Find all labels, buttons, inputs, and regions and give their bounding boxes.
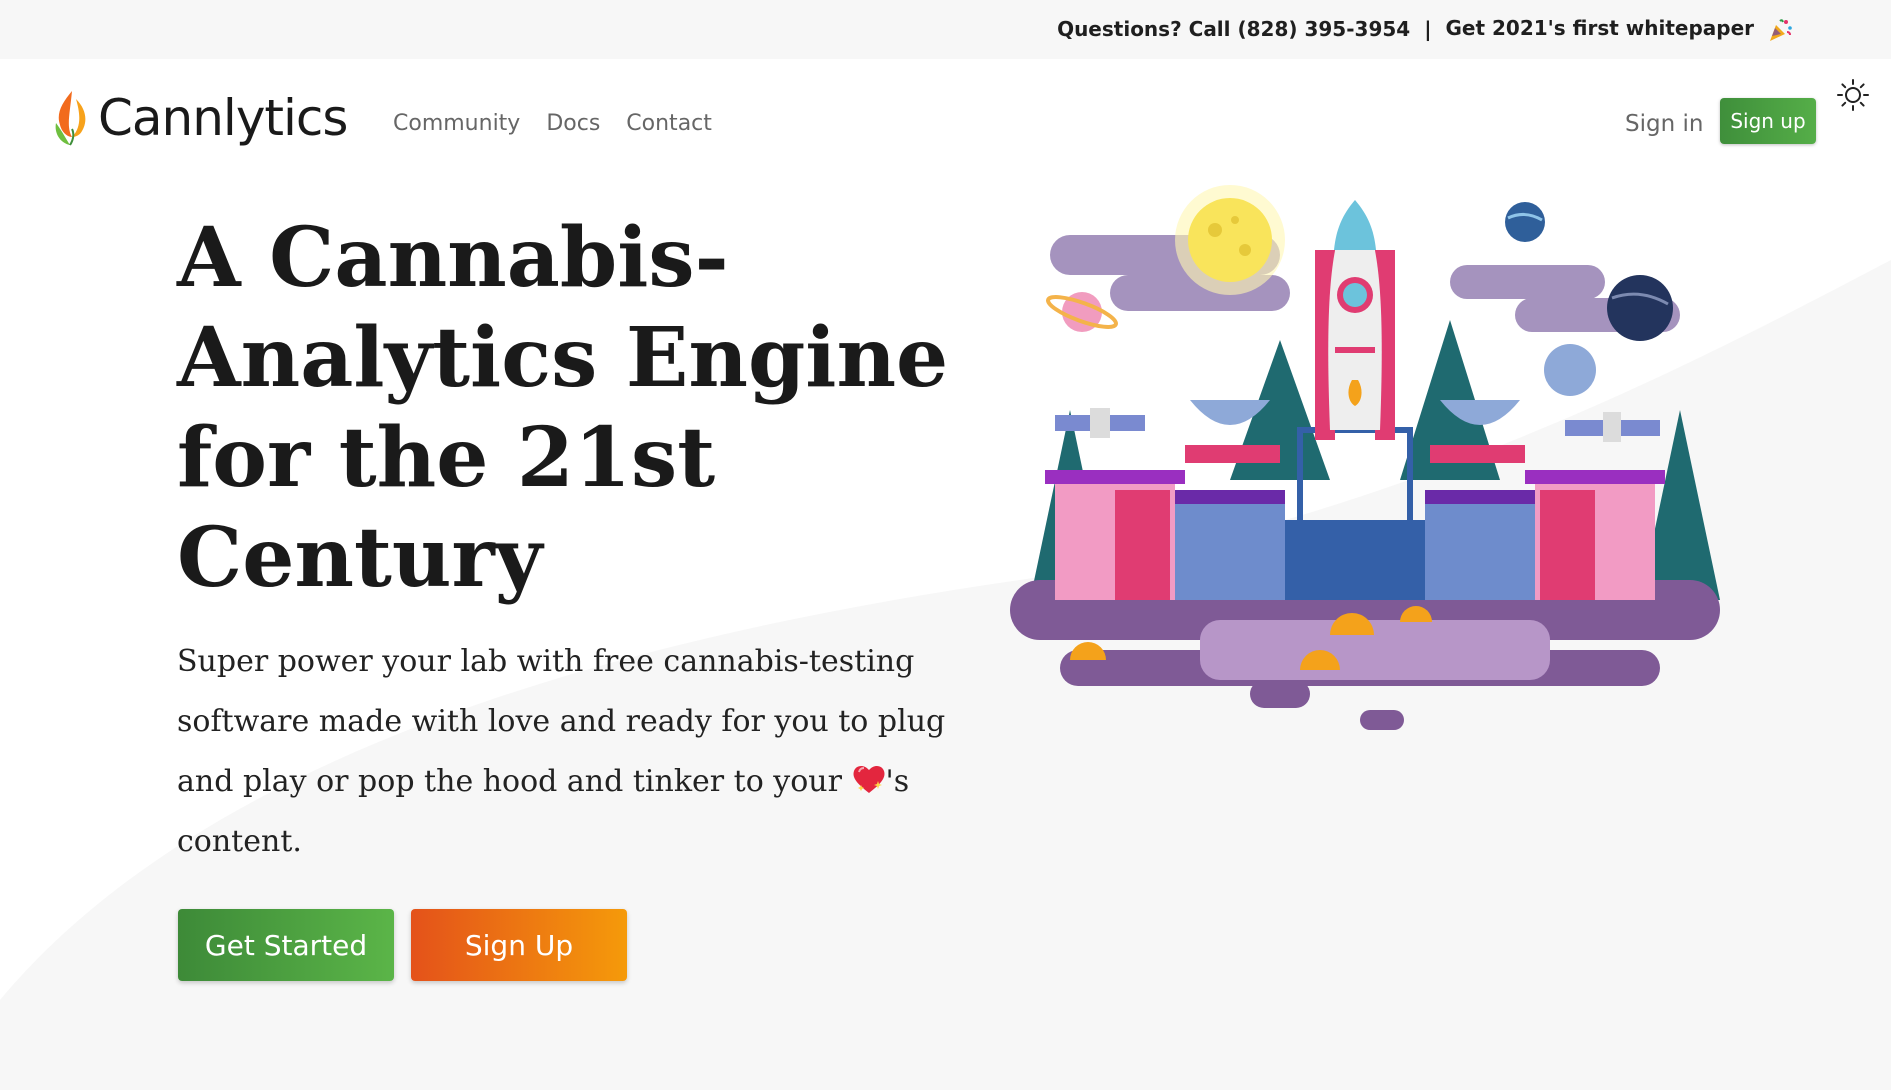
sign-in-link[interactable]: Sign in <box>1625 111 1703 137</box>
hero-subtitle-text: Super power your lab with free cannabis-… <box>177 644 946 799</box>
whitepaper-link[interactable]: Get 2021's first whitepaper <box>1446 16 1794 43</box>
rocket-launch-illustration <box>1010 185 1720 730</box>
nav-link-docs[interactable]: Docs <box>546 111 600 136</box>
nav-link-contact[interactable]: Contact <box>626 111 712 136</box>
get-started-button[interactable]: Get Started <box>178 909 394 981</box>
announcement-bar: Questions? Call (828) 395-3954 | Get 202… <box>0 0 1891 59</box>
nav-link-community[interactable]: Community <box>393 111 520 136</box>
hero-subtitle: Super power your lab with free cannabis-… <box>177 632 977 872</box>
sparkling-heart-icon <box>853 765 885 793</box>
whitepaper-label: Get 2021's first whitepaper <box>1445 16 1755 40</box>
flame-leaf-icon <box>55 91 86 146</box>
phone-link[interactable]: Questions? Call (828) 395-3954 <box>1057 17 1410 41</box>
announcement-text: Questions? Call (828) 395-3954 | Get 202… <box>1057 16 1793 43</box>
navbar: Cannlytics Community Docs Contact Sign i… <box>0 59 1891 169</box>
sun-icon[interactable] <box>1836 78 1870 112</box>
party-popper-icon <box>1770 18 1792 41</box>
nav-links: Community Docs Contact <box>393 111 712 136</box>
separator: | <box>1424 17 1432 42</box>
sign-up-button[interactable]: Sign up <box>1720 98 1816 144</box>
brand-logo[interactable]: Cannlytics <box>52 89 348 147</box>
hero-sign-up-button[interactable]: Sign Up <box>411 909 627 981</box>
hero-title: A Cannabis-Analytics Engine for the 21st… <box>177 210 949 606</box>
brand-name: Cannlytics <box>98 89 348 147</box>
